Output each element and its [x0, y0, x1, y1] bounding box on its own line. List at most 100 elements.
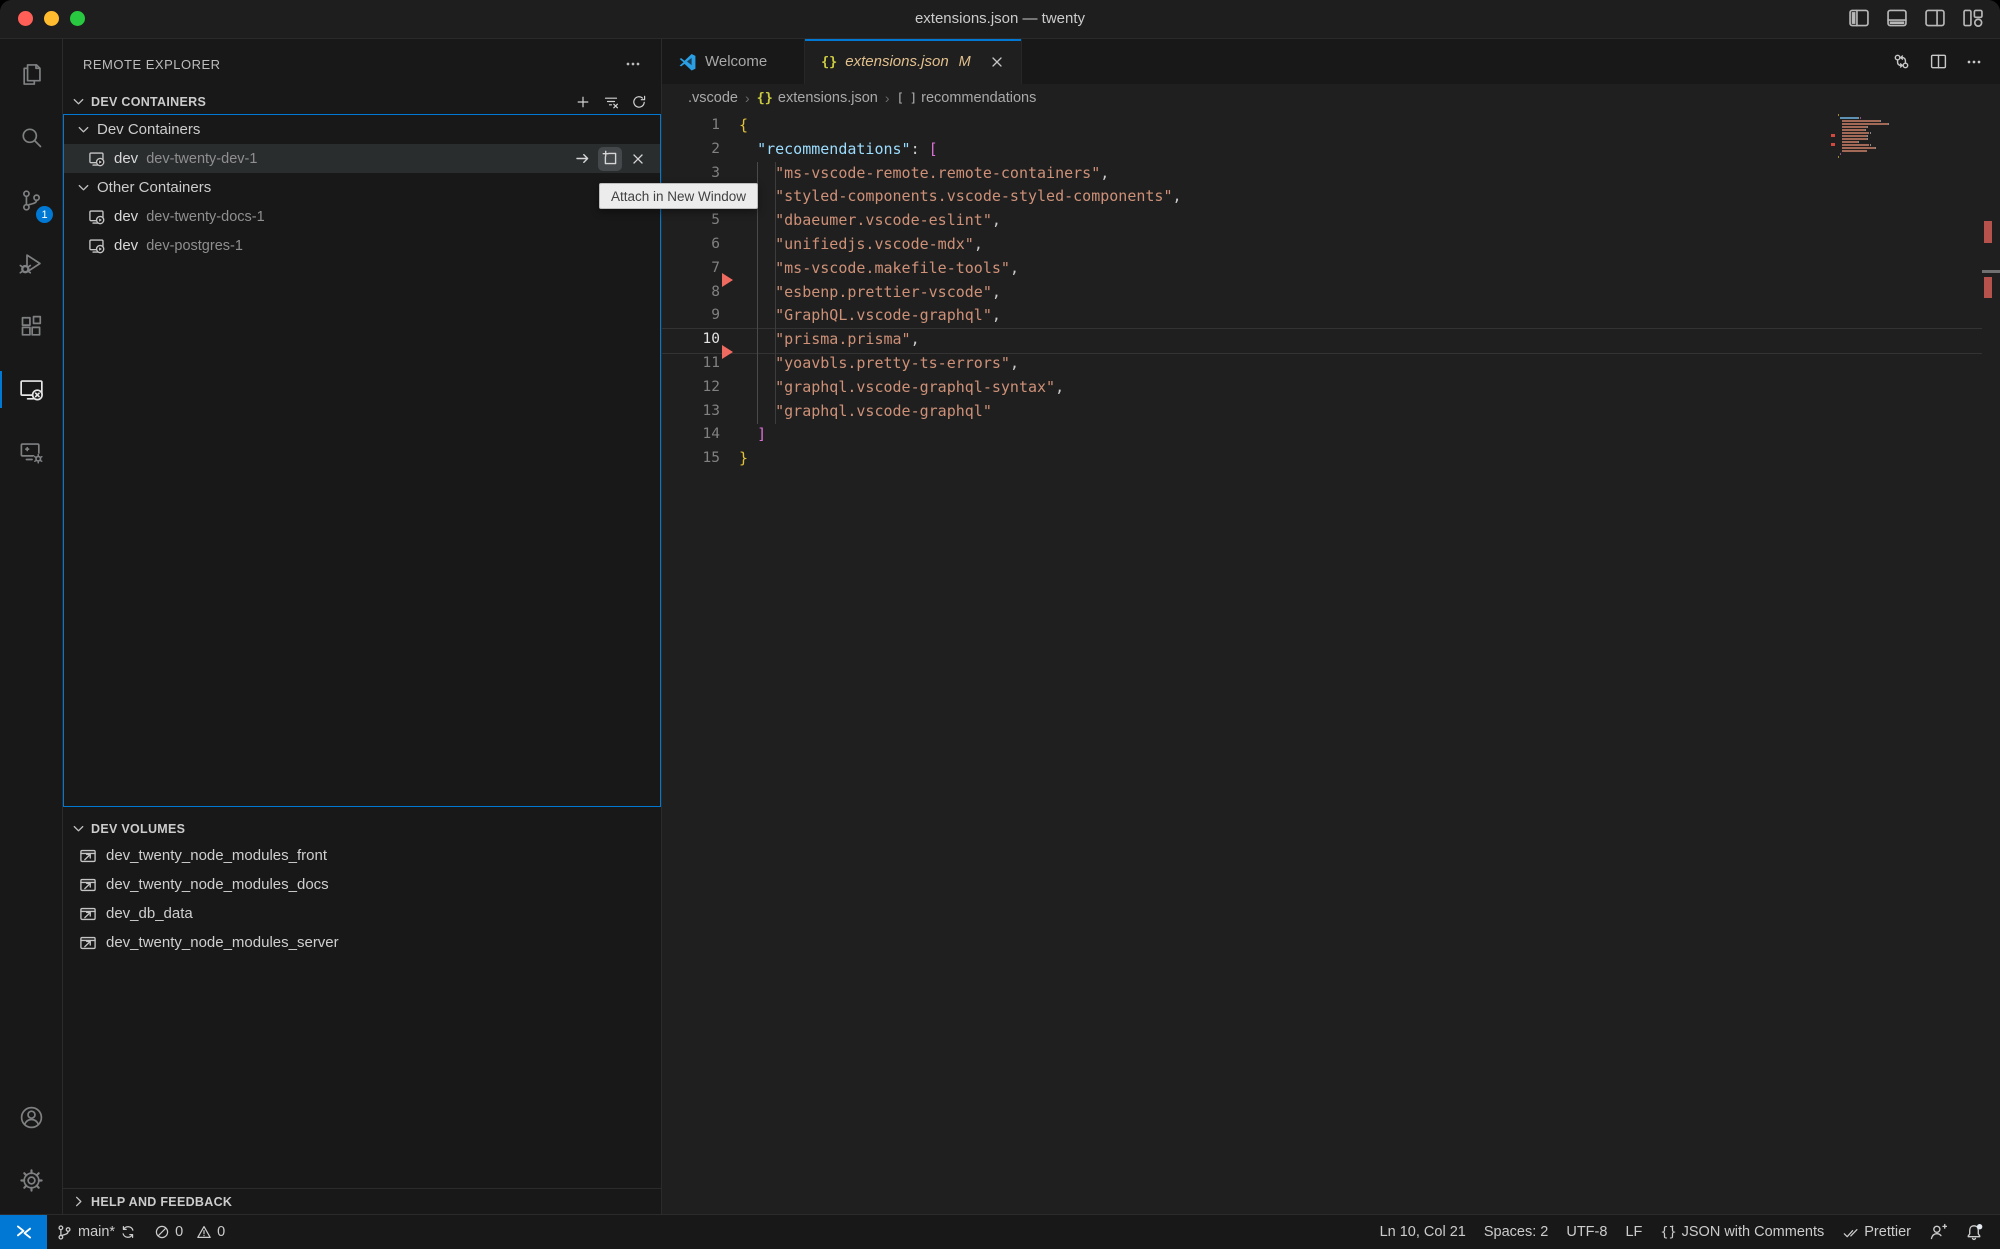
volume-icon: [79, 934, 97, 952]
tree-group-other-containers[interactable]: Other Containers: [64, 173, 660, 202]
toggle-panel-icon[interactable]: [1886, 7, 1908, 29]
line-number[interactable]: 6: [662, 233, 720, 257]
problems-status[interactable]: 0 0: [145, 1215, 234, 1249]
line-number[interactable]: 9: [662, 304, 720, 328]
more-actions-icon[interactable]: [625, 56, 641, 72]
code-line-8[interactable]: 8 "esbenp.prettier-vscode",: [662, 281, 2000, 305]
code-line-4[interactable]: 4 "styled-components.vscode-styled-compo…: [662, 185, 2000, 209]
code-editor[interactable]: 1{2 "recommendations": [3 "ms-vscode-rem…: [662, 111, 2000, 1214]
customize-layout-icon[interactable]: [1962, 7, 1984, 29]
code-line-7[interactable]: 7 "ms-vscode.makefile-tools",: [662, 257, 2000, 281]
status-bar: main* 0 0 Ln 10, Col 21Spaces: 2UTF-8LF{…: [0, 1214, 2000, 1249]
breadcrumb-item-vscode[interactable]: .vscode: [688, 90, 738, 106]
status-language-mode[interactable]: {̇}JSON with Comments: [1651, 1215, 1833, 1249]
add-container-icon[interactable]: [575, 94, 591, 110]
section-header-dev-volumes[interactable]: DEV VOLUMES: [63, 816, 661, 841]
bell-icon: [1965, 1223, 1983, 1241]
code-line-15[interactable]: 15}: [662, 447, 2000, 471]
section-header-dev-containers[interactable]: DEV CONTAINERS: [63, 89, 661, 114]
remove-container-icon[interactable]: [626, 147, 650, 171]
code-line-3[interactable]: 3 "ms-vscode-remote.remote-containers",: [662, 162, 2000, 186]
activity-item-accounts[interactable]: [0, 1086, 62, 1149]
code-line-13[interactable]: 13 "graphql.vscode-graphql": [662, 400, 2000, 424]
activity-item-settings[interactable]: [0, 1149, 62, 1212]
code-line-1[interactable]: 1{: [662, 114, 2000, 138]
status-indentation[interactable]: Spaces: 2: [1475, 1215, 1558, 1249]
status-formatter-prettier[interactable]: Prettier: [1833, 1215, 1920, 1249]
code-line-11[interactable]: 11 "yoavbls.pretty-ts-errors",: [662, 352, 2000, 376]
editor-group: Welcome{}extensions.jsonM .vscode›{}exte…: [662, 39, 2000, 1214]
volume-item-dev-db-data[interactable]: dev_db_data: [63, 899, 661, 928]
container-item-dev-twenty-dev-1[interactable]: devdev-twenty-dev-1: [64, 144, 660, 173]
container-item-dev-postgres-1[interactable]: devdev-postgres-1: [64, 231, 660, 260]
json-file-icon: {}: [821, 53, 837, 70]
minimap-deleted-mark: [1831, 134, 1835, 137]
line-number[interactable]: 11: [662, 352, 720, 376]
line-number[interactable]: 14: [662, 423, 720, 447]
line-number[interactable]: 3: [662, 162, 720, 186]
overview-ruler[interactable]: [1982, 111, 2000, 1214]
activity-item-explorer[interactable]: [0, 43, 62, 106]
line-number[interactable]: 5: [662, 209, 720, 233]
breadcrumb-item-extensions-json[interactable]: {}extensions.json: [757, 90, 878, 106]
line-number[interactable]: 13: [662, 400, 720, 424]
volume-icon: [79, 876, 97, 894]
section-header-help-and-feedback[interactable]: HELP AND FEEDBACK: [63, 1188, 661, 1214]
activity-item-search[interactable]: [0, 106, 62, 169]
line-number[interactable]: 2: [662, 138, 720, 162]
line-number[interactable]: 7: [662, 257, 720, 281]
attach-new-window-icon[interactable]: [598, 147, 622, 171]
code-line-10[interactable]: 10 "prisma.prisma",: [662, 328, 2000, 352]
tab-welcome[interactable]: Welcome: [662, 39, 805, 84]
volume-icon: [79, 847, 97, 865]
line-number[interactable]: 12: [662, 376, 720, 400]
overview-line-mark: [1982, 270, 2000, 273]
status-encoding[interactable]: UTF-8: [1557, 1215, 1616, 1249]
sidebar-header: REMOTE EXPLORER: [63, 39, 661, 89]
tab-extensions-json[interactable]: {}extensions.jsonM: [805, 39, 1022, 84]
git-branch-status[interactable]: main*: [47, 1215, 145, 1249]
code-line-14[interactable]: 14 ]: [662, 423, 2000, 447]
tree-group-dev-containers[interactable]: Dev Containers: [64, 115, 660, 144]
line-number[interactable]: 10: [662, 328, 720, 352]
activity-item-remote-explorer[interactable]: [0, 358, 62, 421]
code-line-9[interactable]: 9 "GraphQL.vscode-graphql",: [662, 304, 2000, 328]
remote-explorer-icon: [18, 376, 45, 403]
status-eol[interactable]: LF: [1616, 1215, 1651, 1249]
pending-changes-badge: 1: [36, 206, 53, 223]
code-line-2[interactable]: 2 "recommendations": [: [662, 138, 2000, 162]
close-tab-icon[interactable]: [989, 54, 1005, 70]
line-number[interactable]: 15: [662, 447, 720, 471]
activity-bar: 1: [0, 39, 63, 1214]
breadcrumb-item-recommendations[interactable]: [ ]recommendations: [897, 90, 1037, 106]
attach-container-icon[interactable]: [570, 147, 594, 171]
volume-item-dev-twenty-node-modules-server[interactable]: dev_twenty_node_modules_server: [63, 928, 661, 957]
code-line-12[interactable]: 12 "graphql.vscode-graphql-syntax",: [662, 376, 2000, 400]
overview-deleted-mark: [1984, 277, 1992, 298]
line-number[interactable]: 1: [662, 114, 720, 138]
code-line-6[interactable]: 6 "unifiedjs.vscode-mdx",: [662, 233, 2000, 257]
activity-item-run-debug[interactable]: [0, 232, 62, 295]
clear-filter-icon[interactable]: [603, 94, 619, 110]
volume-item-dev-twenty-node-modules-docs[interactable]: dev_twenty_node_modules_docs: [63, 870, 661, 899]
sidebar-title: REMOTE EXPLORER: [83, 57, 221, 72]
toggle-secondary-sidebar-icon[interactable]: [1924, 7, 1946, 29]
remote-indicator-button[interactable]: [0, 1215, 47, 1249]
code-line-5[interactable]: 5 "dbaeumer.vscode-eslint",: [662, 209, 2000, 233]
open-changes-icon[interactable]: [1892, 52, 1911, 71]
activity-item-source-control[interactable]: 1: [0, 169, 62, 232]
refresh-icon[interactable]: [631, 94, 647, 110]
status-cursor-position[interactable]: Ln 10, Col 21: [1371, 1215, 1475, 1249]
toggle-primary-sidebar-icon[interactable]: [1848, 7, 1870, 29]
warning-count: 0: [217, 1224, 225, 1240]
activity-item-extensions[interactable]: [0, 295, 62, 358]
line-number[interactable]: 8: [662, 281, 720, 305]
status-feedback[interactable]: [1920, 1215, 1956, 1249]
activity-item-dev-containers[interactable]: [0, 421, 62, 484]
more-editor-actions-icon[interactable]: [1966, 54, 1982, 70]
volume-item-dev-twenty-node-modules-front[interactable]: dev_twenty_node_modules_front: [63, 841, 661, 870]
status-notifications[interactable]: [1956, 1215, 1992, 1249]
minimap[interactable]: [1834, 114, 1934, 159]
container-item-dev-twenty-docs-1[interactable]: devdev-twenty-docs-1: [64, 202, 660, 231]
split-editor-icon[interactable]: [1929, 52, 1948, 71]
